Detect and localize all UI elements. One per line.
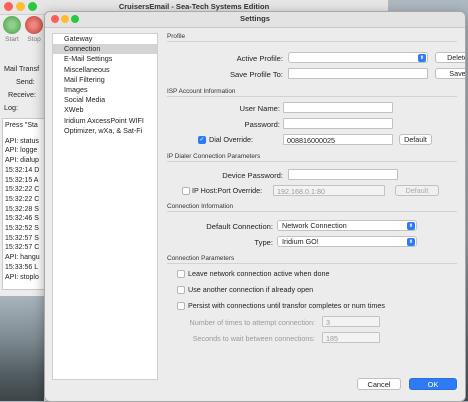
wait-seconds-input[interactable]: 185 [322,332,380,343]
receive-label: Receive: [8,90,36,99]
sidebar-item-xweb[interactable]: XWeb [53,105,157,115]
log-line: 15:32:57 C [5,244,40,252]
start-toolbar-button[interactable]: Start [1,16,23,43]
connection-info-section-header: Connection Information [167,203,457,212]
leave-connection-active-checkbox[interactable] [177,270,185,278]
background-status-labels: Mail Transf Send: Receive: Log: [4,62,39,114]
connection-type-select[interactable]: Iridium GO! ⬍ [277,236,417,247]
bg-minimize-button[interactable] [16,2,25,11]
dial-override-input[interactable]: 008816000025 [283,134,393,145]
settings-titlebar: Settings [45,12,465,28]
sidebar-item-images[interactable]: Images [53,85,157,95]
connection-type-value: Iridium GO! [282,237,319,246]
mail-transfer-label: Mail Transf [4,64,40,73]
wait-seconds-label: Seconds to wait between connections: [192,334,315,343]
password-input[interactable] [283,118,393,129]
log-line: 15:32:22 C [5,186,40,194]
log-label: Log: [4,103,18,112]
log-line: API: logge [5,147,38,155]
use-another-connection-checkbox[interactable] [177,286,185,294]
default-connection-select[interactable]: Network Connection ⬍ [277,220,417,231]
log-line: 15:32:28 S [5,205,39,213]
dial-override-checkbox[interactable]: ✓ [198,136,206,144]
chevron-updown-icon: ⬍ [418,54,426,62]
log-line: 15:32:52 S [5,225,39,233]
ip-host-override-label: IP Host:Port Override: [192,186,263,195]
active-profile-label: Active Profile: [236,54,283,63]
settings-window: Settings Gateway Connection E-Mail Setting… [44,11,466,402]
log-line: API: status [5,137,39,145]
ip-host-default-button[interactable]: Default [395,185,439,196]
type-label: Type: [254,238,273,247]
device-password-input[interactable] [288,169,398,180]
sidebar-item-connection[interactable]: Connection [53,44,157,55]
sidebar-item-optimizer-wxa-sat-fi[interactable]: Optimizer, wXa, & Sat-Fi [53,126,157,136]
log-line: 15:33:56 L [5,263,39,271]
save-profile-input[interactable] [288,68,428,79]
log-line: 15:32:46 S [5,215,39,223]
sidebar-item-social-media[interactable]: Social Media [53,95,157,105]
log-line: API: dialup [5,157,39,165]
conn-params-section-header: Connection Parameters [167,255,457,264]
stop-label: Stop [27,36,41,43]
cancel-button[interactable]: Cancel [357,378,401,390]
delete-profile-button[interactable]: Delete [435,52,465,63]
log-line: API: stoplo [5,273,39,281]
log-line: Press "Sta [5,122,38,129]
leave-connection-active-label: Leave network connection active when don… [188,269,330,278]
chevron-updown-icon: ⬍ [407,238,415,246]
dialer-section-header: IP Dialer Connection Parameters [167,153,457,162]
attempts-label: Number of times to attempt connection: [189,318,315,327]
send-label: Send: [16,77,35,86]
stop-icon [25,16,43,34]
active-profile-select[interactable]: ⬍ [288,52,428,63]
attempts-input[interactable]: 3 [322,316,380,327]
isp-section-header: ISP Account Information [167,88,457,97]
password-label: Password: [244,120,280,129]
start-icon [3,16,21,34]
desktop-background [0,296,44,401]
sidebar-item-mail-filtering[interactable]: Mail Filtering [53,75,157,85]
profile-section-header: Profile [167,33,457,42]
username-input[interactable] [283,102,393,113]
default-connection-label: Default Connection: [206,222,273,231]
chevron-updown-icon: ⬍ [407,222,415,230]
ok-button[interactable]: OK [409,378,457,390]
save-profile-label: Save Profile To: [229,70,283,79]
log-line: 15:32:14 D [5,166,40,174]
log-view[interactable]: Press "Sta API: status API: logge API: dial… [2,118,48,290]
use-another-connection-label: Use another connection if already open [188,285,314,294]
sidebar-item-miscellaneous[interactable]: Miscellaneous [53,65,157,75]
device-password-label: Device Password: [222,171,283,180]
window-title: Settings [240,14,270,23]
dial-override-label: Dial Override: [209,135,253,144]
sidebar-item-iridium-axcesspoint-wifi[interactable]: Iridium AxcessPoint WIFI [53,116,157,126]
dial-override-default-button[interactable]: Default [399,134,432,145]
ip-host-override-input[interactable]: 192.168.0.1:80 [273,185,385,196]
log-line: 15:32:22 C [5,195,40,203]
settings-sidebar: Gateway Connection E-Mail Settings Miscella… [52,33,158,380]
stop-toolbar-button[interactable]: Stop [23,16,45,43]
bg-zoom-button[interactable] [28,2,37,11]
ip-host-override-checkbox[interactable] [182,187,190,195]
sidebar-item-gateway[interactable]: Gateway [53,34,157,44]
log-line: API: hangu [5,254,40,262]
persist-connections-checkbox[interactable] [177,302,185,310]
bg-close-button[interactable] [4,2,13,11]
sidebar-item-e-mail-settings[interactable]: E-Mail Settings [53,54,157,64]
start-label: Start [5,36,19,43]
username-label: User Name: [239,104,280,113]
log-line: 15:32:15 A [5,176,39,184]
default-connection-value: Network Connection [282,221,347,230]
persist-connections-label: Persist with connections until transfor … [188,301,385,310]
save-profile-button[interactable]: Save [435,68,465,79]
log-line: 15:32:57 S [5,234,39,242]
